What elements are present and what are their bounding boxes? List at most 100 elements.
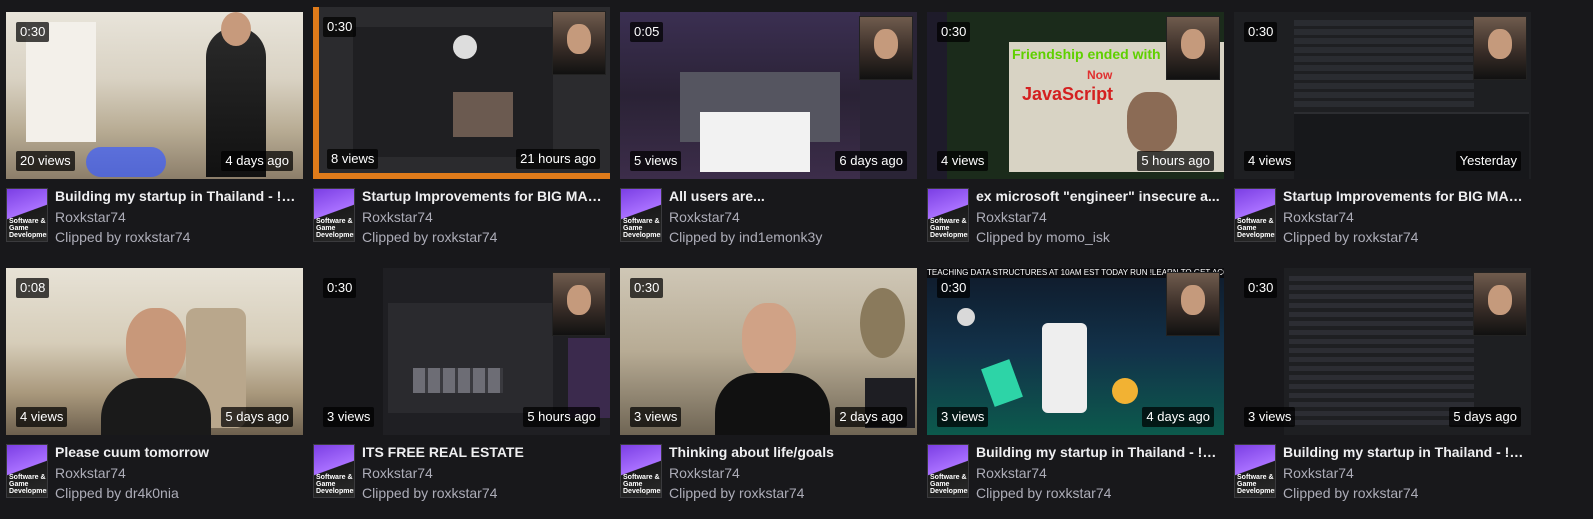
- webcam-overlay: [1166, 16, 1220, 80]
- channel-avatar[interactable]: Software & Game Development: [313, 188, 355, 242]
- meme-text: JavaScript: [1022, 84, 1114, 104]
- clip-card[interactable]: 0:30 3 views 2 days ago Software & Game …: [620, 268, 917, 514]
- clip-card[interactable]: 0:05 5 views 6 days ago Software & Game …: [620, 12, 917, 258]
- clipped-by[interactable]: Clipped by roxkstar74: [669, 485, 804, 501]
- duration-badge: 0:05: [630, 22, 664, 42]
- clip-card[interactable]: 0:30 4 views Yesterday Software & Game D…: [1234, 12, 1531, 258]
- clip-title[interactable]: Thinking about life/goals: [669, 444, 915, 460]
- webcam-overlay: [1473, 16, 1527, 80]
- age-badge: 4 days ago: [221, 151, 293, 171]
- views-badge: 4 views: [1244, 151, 1296, 171]
- clip-meta: Software & Game Development Startup Impr…: [313, 188, 610, 258]
- clip-thumbnail[interactable]: 0:30 3 views 5 days ago: [1234, 268, 1531, 435]
- clip-title[interactable]: Building my startup in Thailand - !p...: [976, 444, 1222, 460]
- clipped-by[interactable]: Clipped by roxkstar74: [362, 485, 497, 501]
- clip-card[interactable]: TEACHING DATA STRUCTURES AT 10AM EST TOD…: [927, 268, 1224, 514]
- clip-meta: Software & Game Development Please cuum …: [6, 444, 303, 514]
- clipped-by[interactable]: Clipped by roxkstar74: [1283, 485, 1418, 501]
- clipped-by[interactable]: Clipped by roxkstar74: [55, 229, 190, 245]
- clip-title[interactable]: All users are...: [669, 188, 915, 204]
- channel-name[interactable]: Roxkstar74: [55, 465, 126, 481]
- clip-card[interactable]: 0:30 3 views 5 days ago Software & Game …: [1234, 268, 1531, 514]
- channel-name[interactable]: Roxkstar74: [976, 465, 1047, 481]
- channel-avatar[interactable]: Software & Game Development: [1234, 188, 1276, 242]
- age-badge: 2 days ago: [835, 407, 907, 427]
- avatar-text: Software & Game Development: [1237, 474, 1275, 495]
- clip-thumbnail[interactable]: Friendship ended with Now JavaScript 0:3…: [927, 12, 1224, 179]
- clip-card[interactable]: 0:08 4 views 5 days ago Software & Game …: [6, 268, 303, 514]
- clip-thumbnail[interactable]: 0:30 3 views 2 days ago: [620, 268, 917, 435]
- clip-thumbnail[interactable]: 0:05 5 views 6 days ago: [620, 12, 917, 179]
- clip-thumbnail[interactable]: 0:08 4 views 5 days ago: [6, 268, 303, 435]
- channel-avatar[interactable]: Software & Game Development: [6, 444, 48, 498]
- clip-title[interactable]: Please cuum tomorrow: [55, 444, 301, 460]
- clipped-by[interactable]: Clipped by ind1emonk3y: [669, 229, 822, 245]
- webcam-overlay: [859, 16, 913, 80]
- duration-badge: 0:30: [323, 278, 357, 298]
- avatar-text: Software & Game Development: [9, 474, 47, 495]
- avatar-text: Software & Game Development: [930, 474, 968, 495]
- clip-card[interactable]: Friendship ended with Now JavaScript 0:3…: [927, 12, 1224, 258]
- webcam-overlay: [1473, 272, 1527, 336]
- views-badge: 20 views: [16, 151, 75, 171]
- channel-name[interactable]: Roxkstar74: [362, 209, 433, 225]
- age-badge: Yesterday: [1455, 151, 1521, 171]
- channel-avatar[interactable]: Software & Game Development: [313, 444, 355, 498]
- clipped-by[interactable]: Clipped by momo_isk: [976, 229, 1110, 245]
- views-badge: 3 views: [937, 407, 989, 427]
- age-badge: 5 days ago: [221, 407, 293, 427]
- channel-avatar[interactable]: Software & Game Development: [927, 444, 969, 498]
- clip-card[interactable]: 0:30 3 views 5 hours ago Software & Game…: [313, 268, 610, 514]
- meme-text: Now: [1087, 68, 1113, 82]
- clipped-by[interactable]: Clipped by roxkstar74: [976, 485, 1111, 501]
- channel-name[interactable]: Roxkstar74: [669, 465, 740, 481]
- channel-name[interactable]: Roxkstar74: [1283, 209, 1354, 225]
- webcam-overlay: [1166, 272, 1220, 336]
- clip-thumbnail[interactable]: TEACHING DATA STRUCTURES AT 10AM EST TOD…: [927, 268, 1224, 435]
- clip-meta: Software & Game Development Building my …: [927, 444, 1224, 514]
- clip-title[interactable]: Building my startup in Thailand - !p...: [1283, 444, 1529, 460]
- clip-thumbnail[interactable]: 0:30 8 views 21 hours ago: [313, 7, 610, 179]
- clip-title[interactable]: ex microsoft "engineer" insecure a...: [976, 188, 1222, 204]
- channel-avatar[interactable]: Software & Game Development: [927, 188, 969, 242]
- views-badge: 4 views: [16, 407, 68, 427]
- clip-thumbnail[interactable]: 0:30 20 views 4 days ago: [6, 12, 303, 179]
- channel-name[interactable]: Roxkstar74: [55, 209, 126, 225]
- clip-thumbnail[interactable]: 0:30 3 views 5 hours ago: [313, 268, 610, 435]
- duration-badge: 0:30: [16, 22, 50, 42]
- views-badge: 5 views: [630, 151, 682, 171]
- channel-name[interactable]: Roxkstar74: [669, 209, 740, 225]
- clips-grid: 0:30 20 views 4 days ago Software & Game…: [0, 0, 1593, 519]
- clip-card[interactable]: 0:30 20 views 4 days ago Software & Game…: [6, 12, 303, 258]
- avatar-text: Software & Game Development: [623, 474, 661, 495]
- clip-thumbnail[interactable]: 0:30 4 views Yesterday: [1234, 12, 1531, 179]
- clip-title[interactable]: Startup Improvements for BIG MAN...: [362, 188, 608, 204]
- channel-name[interactable]: Roxkstar74: [362, 465, 433, 481]
- channel-avatar[interactable]: Software & Game Development: [6, 188, 48, 242]
- avatar-text: Software & Game Development: [316, 218, 354, 239]
- clipped-by[interactable]: Clipped by dr4k0nia: [55, 485, 179, 501]
- age-badge: 4 days ago: [1142, 407, 1214, 427]
- clip-title[interactable]: ITS FREE REAL ESTATE: [362, 444, 608, 460]
- clip-meta: Software & Game Development Building my …: [6, 188, 303, 258]
- clip-meta: Software & Game Development Building my …: [1234, 444, 1531, 514]
- clipped-by[interactable]: Clipped by roxkstar74: [1283, 229, 1418, 245]
- duration-badge: 0:30: [630, 278, 664, 298]
- channel-name[interactable]: Roxkstar74: [1283, 465, 1354, 481]
- meme-text: Friendship ended with: [1012, 46, 1161, 62]
- clip-title[interactable]: Building my startup in Thailand - !p...: [55, 188, 301, 204]
- channel-avatar[interactable]: Software & Game Development: [620, 444, 662, 498]
- highlight-border: [313, 7, 319, 179]
- age-badge: 5 days ago: [1449, 407, 1521, 427]
- duration-badge: 0:30: [323, 17, 357, 37]
- channel-avatar[interactable]: Software & Game Development: [620, 188, 662, 242]
- channel-avatar[interactable]: Software & Game Development: [1234, 444, 1276, 498]
- clip-title[interactable]: Startup Improvements for BIG MAN...: [1283, 188, 1529, 204]
- clip-meta: Software & Game Development Startup Impr…: [1234, 188, 1531, 258]
- avatar-text: Software & Game Development: [930, 218, 968, 239]
- age-badge: 5 hours ago: [1137, 151, 1214, 171]
- clip-card[interactable]: 0:30 8 views 21 hours ago Software & Gam…: [313, 7, 610, 258]
- clipped-by[interactable]: Clipped by roxkstar74: [362, 229, 497, 245]
- channel-name[interactable]: Roxkstar74: [976, 209, 1047, 225]
- avatar-text: Software & Game Development: [623, 218, 661, 239]
